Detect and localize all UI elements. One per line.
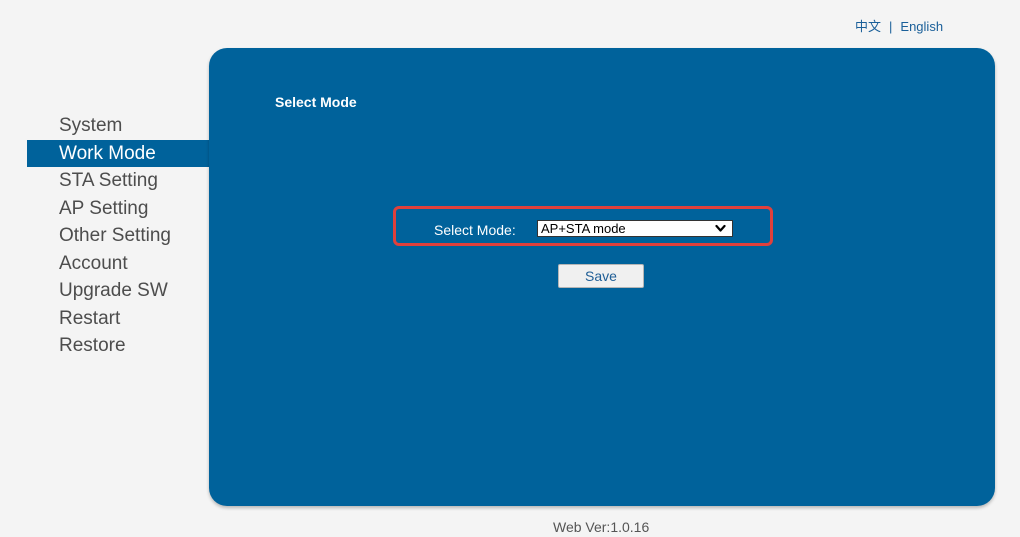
sidebar-item-work-mode[interactable]: Work Mode [27, 139, 209, 167]
sidebar-item-account[interactable]: Account [27, 250, 209, 278]
sidebar-item-upgrade-sw[interactable]: Upgrade SW [27, 277, 209, 305]
mode-select-value: AP+STA mode [541, 221, 626, 236]
section-title: Select Mode [275, 94, 357, 110]
lang-english-link[interactable]: English [900, 19, 943, 34]
sidebar-item-ap-setting[interactable]: AP Setting [27, 195, 209, 223]
lang-chinese-link[interactable]: 中文 [855, 19, 881, 34]
sidebar-item-restart[interactable]: Restart [27, 305, 209, 333]
page: 中文 | English System Work Mode STA Setting … [0, 0, 1020, 537]
main-panel: Select Mode Select Mode: AP+STA mode Sav… [209, 48, 995, 506]
language-switcher: 中文 | English [855, 16, 943, 35]
web-version: Web Ver:1.0.16 [553, 519, 650, 535]
sidebar-item-system[interactable]: System [27, 112, 209, 140]
sidebar-item-sta-setting[interactable]: STA Setting [27, 167, 209, 195]
mode-select[interactable]: AP+STA mode [537, 220, 733, 237]
mode-highlight-box: Select Mode: AP+STA mode [393, 206, 773, 246]
lang-separator: | [889, 19, 893, 34]
mode-label: Select Mode: [434, 222, 516, 238]
sidebar-nav: System Work Mode STA Setting AP Setting … [27, 112, 209, 360]
save-button[interactable]: Save [558, 264, 644, 288]
chevron-down-icon [715, 224, 726, 232]
sidebar-item-restore[interactable]: Restore [27, 332, 209, 360]
sidebar-item-other-setting[interactable]: Other Setting [27, 222, 209, 250]
